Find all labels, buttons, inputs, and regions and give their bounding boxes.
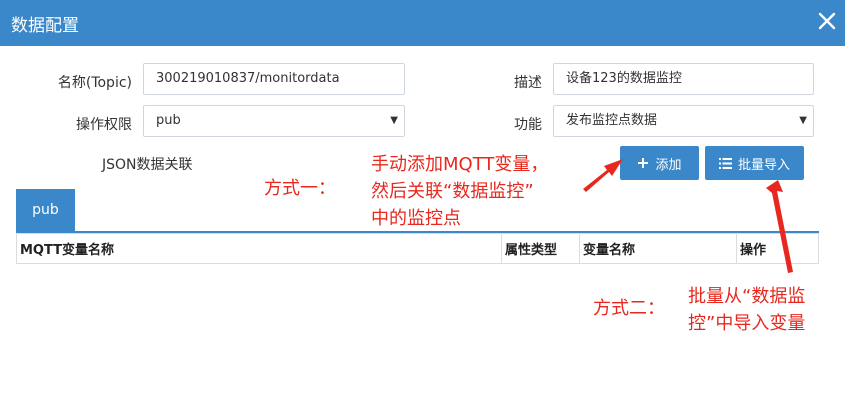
annotation-arrows [583, 159, 793, 273]
arrow-to-import-icon [766, 180, 793, 273]
arrow-to-add-icon [583, 159, 623, 192]
